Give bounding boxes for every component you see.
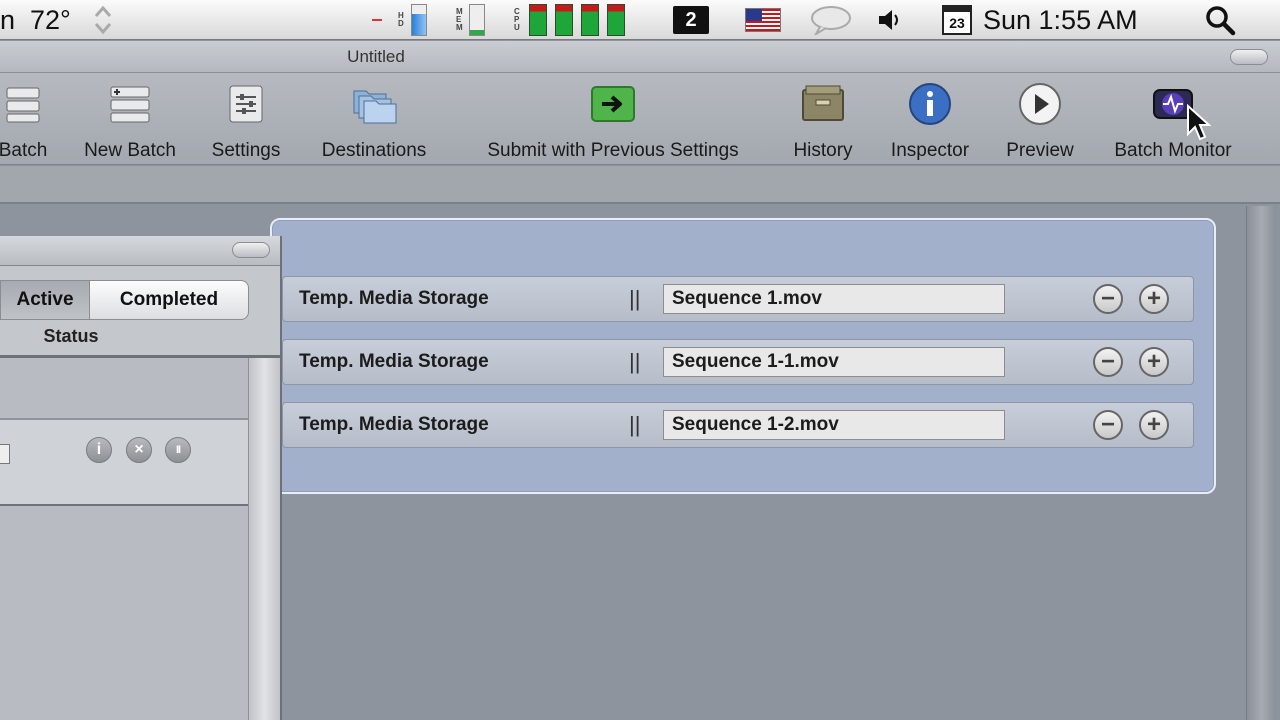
cpu-core-2-bar (555, 4, 573, 36)
batch-icon (0, 82, 47, 126)
column-separator: || (629, 349, 641, 374)
output-filename-field[interactable]: Sequence 1-2.mov (663, 410, 1005, 440)
destinations-button[interactable]: Destinations (310, 73, 438, 165)
menu-bar-partial-item[interactable]: n (0, 0, 15, 40)
destination-label[interactable]: Temp. Media Storage (299, 340, 489, 384)
column-separator: || (629, 286, 641, 311)
cpu-meter-label: CPU (514, 7, 520, 32)
calendar-icon[interactable]: 23 (942, 0, 972, 40)
window-title-bar: Untitled (0, 41, 1280, 73)
window-title: Untitled (347, 47, 405, 66)
new-batch-label: New Batch (84, 140, 176, 161)
settings-button[interactable]: Settings (204, 73, 288, 165)
network-activity-icon (372, 0, 382, 40)
add-target-button[interactable]: + (1139, 410, 1169, 440)
cpu-core-1-bar (529, 4, 547, 36)
job-cancel-button[interactable]: × (126, 437, 152, 463)
batch-label: Batch (0, 140, 48, 161)
submit-previous-settings-label: Submit with Previous Settings (487, 140, 739, 161)
history-label: History (793, 140, 853, 161)
weather-item[interactable]: 72° (30, 0, 71, 40)
menu-bar: n 72° HD MEM CPU 2 23 Sun 1:55 AM (0, 0, 1280, 40)
preview-label: Preview (1006, 140, 1074, 161)
mouse-pointer-icon (1186, 103, 1212, 147)
weather-stepper-icon[interactable] (92, 0, 114, 40)
menu-partial-text: n (0, 4, 16, 35)
remove-target-button[interactable]: − (1093, 284, 1123, 314)
preview-button[interactable]: Preview (998, 73, 1082, 165)
inspector-button[interactable]: Inspector (880, 73, 980, 165)
disk-meter-bar (411, 4, 427, 36)
speech-bubble-icon[interactable] (810, 0, 852, 40)
batch-monitor-label: Batch Monitor (1114, 140, 1232, 161)
column-separator: || (629, 412, 641, 437)
settings-icon (222, 82, 270, 126)
main-vertical-scrollbar[interactable] (1246, 206, 1276, 720)
volume-icon[interactable] (876, 0, 904, 40)
temperature-readout: 72° (30, 4, 71, 35)
batch-status-title-bar[interactable] (0, 236, 280, 266)
job-info-button[interactable]: i (86, 437, 112, 463)
target-row[interactable]: Temp. Media Storage || Sequence 1-2.mov … (282, 402, 1194, 448)
spaces-menu[interactable]: 2 (673, 0, 709, 40)
cpu-meter[interactable]: CPU (514, 0, 633, 40)
batch-status-window: Active Completed Status i × II (0, 236, 282, 720)
output-filename-field[interactable]: Sequence 1-1.mov (663, 347, 1005, 377)
job-checkbox[interactable] (0, 444, 10, 464)
new-batch-button[interactable]: New Batch (76, 73, 184, 165)
target-row[interactable]: Temp. Media Storage || Sequence 1.mov − … (282, 276, 1194, 322)
vertical-scrollbar[interactable] (248, 358, 280, 720)
batch-button[interactable]: Batch (0, 73, 60, 165)
spaces-number: 2 (673, 6, 709, 34)
status-column-header[interactable]: Status (0, 326, 142, 347)
cpu-core-3-bar (581, 4, 599, 36)
memory-meter-label: MEM (456, 7, 463, 32)
us-flag-icon[interactable] (745, 0, 781, 40)
inspector-label: Inspector (890, 140, 970, 161)
batch-job-panel[interactable]: Temp. Media Storage || Sequence 1.mov − … (270, 218, 1216, 494)
toolbar-toggle-button[interactable] (1230, 49, 1268, 65)
job-pause-button[interactable]: II (165, 437, 191, 463)
tab-completed[interactable]: Completed (89, 280, 249, 320)
info-icon (906, 82, 954, 126)
cpu-core-4-bar (607, 4, 625, 36)
destination-label[interactable]: Temp. Media Storage (299, 277, 489, 321)
job-row[interactable]: i × II (0, 418, 248, 506)
disk-meter-label: HD (398, 11, 404, 28)
submit-arrow-icon (589, 82, 637, 126)
clock[interactable]: Sun 1:55 AM (983, 0, 1138, 40)
job-list (0, 358, 248, 720)
history-drawer-icon (799, 82, 847, 126)
remove-target-button[interactable]: − (1093, 410, 1123, 440)
settings-label: Settings (211, 140, 281, 161)
toolbar-separator-strip (0, 166, 1280, 204)
play-icon (1016, 82, 1064, 126)
history-button[interactable]: History (784, 73, 862, 165)
toolbar: Batch New Batch Settings Destinations Su… (0, 73, 1280, 165)
submit-previous-settings-button[interactable]: Submit with Previous Settings (460, 73, 766, 165)
remove-target-button[interactable]: − (1093, 347, 1123, 377)
spotlight-search-icon[interactable] (1204, 0, 1236, 40)
disk-meter[interactable]: HD (398, 0, 427, 40)
destinations-label: Destinations (321, 140, 427, 161)
clock-text: Sun 1:55 AM (983, 4, 1138, 35)
add-target-button[interactable]: + (1139, 347, 1169, 377)
tab-active[interactable]: Active (0, 280, 90, 320)
add-target-button[interactable]: + (1139, 284, 1169, 314)
destinations-icon (350, 82, 398, 126)
memory-meter[interactable]: MEM (456, 0, 485, 40)
output-filename-field[interactable]: Sequence 1.mov (663, 284, 1005, 314)
calendar-day: 23 (942, 5, 972, 35)
toolbar-toggle-button[interactable] (232, 242, 270, 258)
target-row[interactable]: Temp. Media Storage || Sequence 1-1.mov … (282, 339, 1194, 385)
batch-monitor-button[interactable]: Batch Monitor (1100, 73, 1246, 165)
destination-label[interactable]: Temp. Media Storage (299, 403, 489, 447)
memory-meter-bar (469, 4, 485, 36)
new-batch-icon (106, 82, 154, 126)
